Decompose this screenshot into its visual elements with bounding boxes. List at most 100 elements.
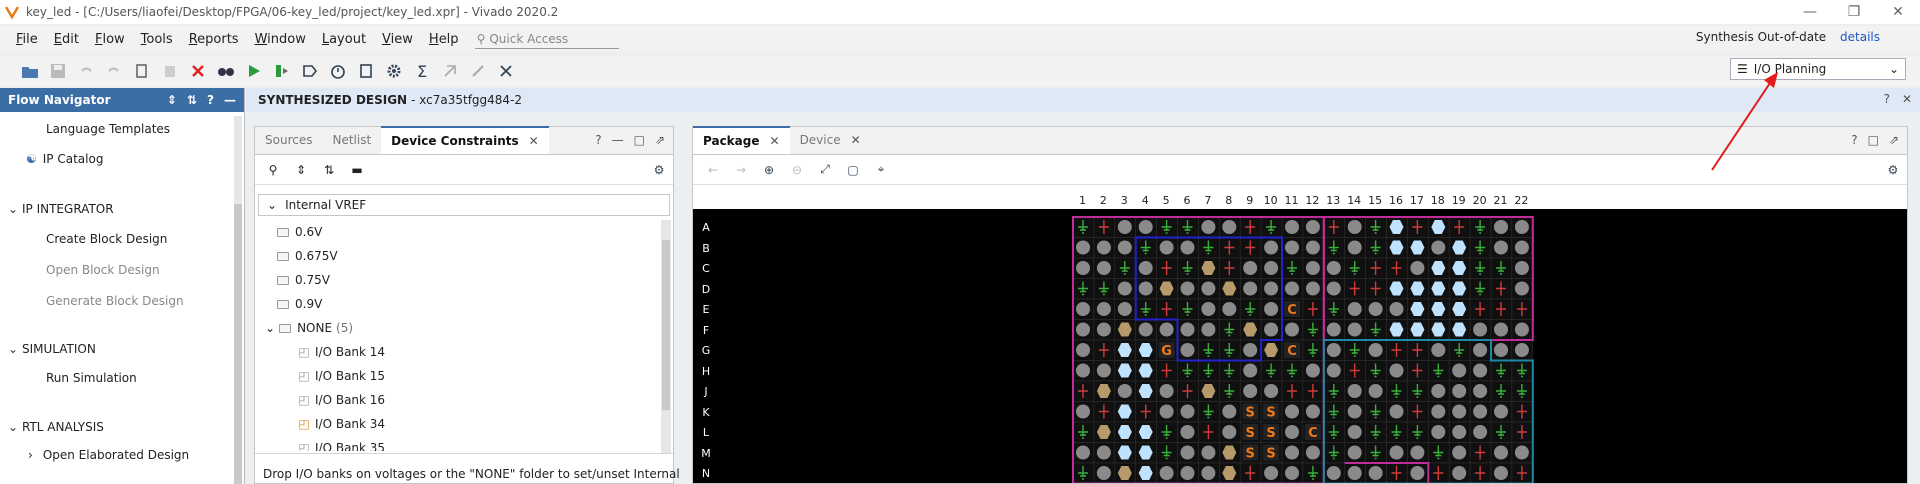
settings-gear-icon[interactable] xyxy=(380,58,408,84)
pin-io xyxy=(1305,363,1320,378)
fit-icon[interactable]: ⤢ xyxy=(811,157,839,183)
delete-icon[interactable] xyxy=(184,58,212,84)
section-ip-integrator[interactable]: ⌄ IP INTEGRATOR xyxy=(8,202,114,216)
tab-netlist[interactable]: Netlist xyxy=(322,126,381,154)
tree-item-0.675v[interactable]: 0.675V xyxy=(277,249,338,263)
zoom-area-icon[interactable]: ▢ xyxy=(839,157,867,183)
undo-icon[interactable] xyxy=(72,58,100,84)
collapse-all-icon[interactable]: ⇕ xyxy=(167,93,177,107)
menu-view[interactable]: View xyxy=(374,32,421,47)
tree-item-bank-35[interactable]: ◰ I/O Bank 35 xyxy=(297,441,385,451)
tree-scrollbar[interactable] xyxy=(661,220,671,454)
tree-item-bank-14[interactable]: ◰ I/O Bank 14 xyxy=(297,345,385,359)
nav-create-block-design[interactable]: Create Block Design xyxy=(46,232,167,246)
nav-run-simulation[interactable]: Run Simulation xyxy=(46,371,137,385)
minus-icon[interactable]: ▬ xyxy=(343,157,371,183)
restore-icon[interactable]: ❐ xyxy=(1832,0,1876,24)
package-view[interactable]: 1 2 3 4 5 6 7 8 9 10 11 12 13 14 15 16 17 18 19 20 21 22 ABCD… xyxy=(693,191,1907,483)
float-icon[interactable]: ⇗ xyxy=(1889,133,1899,147)
pin-io xyxy=(1473,363,1488,378)
open-project-icon[interactable] xyxy=(16,58,44,84)
layout-selector[interactable]: ☰ I/O Planning ⌄ xyxy=(1730,58,1906,80)
menu-edit[interactable]: Edit xyxy=(46,32,87,47)
close-tab-icon[interactable]: ✕ xyxy=(770,134,780,148)
run-icon[interactable] xyxy=(240,58,268,84)
nav-language-templates[interactable]: Language Templates xyxy=(46,122,170,136)
close-tab-icon[interactable]: ✕ xyxy=(529,134,539,148)
maximize-icon[interactable]: □ xyxy=(1868,133,1879,147)
settings-gear-icon[interactable]: ⚙ xyxy=(1879,157,1907,183)
sigma-icon[interactable]: Σ xyxy=(408,58,436,84)
crosshair-icon[interactable]: ⌖ xyxy=(867,157,895,183)
help-icon[interactable]: ? xyxy=(1884,92,1890,106)
timer-icon[interactable] xyxy=(324,58,352,84)
save-icon[interactable] xyxy=(44,58,72,84)
nav-open-block-design[interactable]: Open Block Design xyxy=(46,263,160,277)
close-icon[interactable]: ✕ xyxy=(1902,92,1912,106)
pin-io xyxy=(1368,302,1383,316)
minimize-icon[interactable]: — xyxy=(612,133,624,147)
menu-file[interactable]: File xyxy=(8,32,46,47)
tree-item-bank-16[interactable]: ◰ I/O Bank 16 xyxy=(297,393,385,407)
collapse-all-icon[interactable]: ⇕ xyxy=(287,157,315,183)
pin-io xyxy=(1347,240,1362,255)
expand-icon[interactable]: ⇅ xyxy=(187,93,197,107)
tree-item-bank-15[interactable]: ◰ I/O Bank 15 xyxy=(297,369,385,383)
close-tab-icon[interactable]: ✕ xyxy=(851,133,861,147)
paste-icon[interactable] xyxy=(156,58,184,84)
scrollbar-thumb[interactable] xyxy=(662,240,670,410)
menu-window[interactable]: Window xyxy=(247,32,314,47)
pin-io xyxy=(1138,261,1153,275)
tab-device[interactable]: Device ✕ xyxy=(790,126,871,154)
step-icon[interactable] xyxy=(296,58,324,84)
tools-icon[interactable] xyxy=(492,58,520,84)
forward-arrow-icon[interactable]: → xyxy=(727,157,755,183)
menu-flow[interactable]: Flow xyxy=(87,32,133,47)
tree-item-bank-34[interactable]: ◰ I/O Bank 34 xyxy=(297,417,385,431)
tab-package[interactable]: Package ✕ xyxy=(693,126,790,154)
report-icon[interactable] xyxy=(352,58,380,84)
copy-icon[interactable] xyxy=(128,58,156,84)
zoom-out-icon[interactable]: ⊖ xyxy=(783,157,811,183)
tab-device-constraints[interactable]: Device Constraints ✕ xyxy=(381,126,549,154)
nav-open-elaborated-design[interactable]: › Open Elaborated Design xyxy=(28,448,189,462)
maximize-icon[interactable]: □ xyxy=(634,133,645,147)
expand-all-icon[interactable]: ⇅ xyxy=(315,157,343,183)
tree-item-0.75v[interactable]: 0.75V xyxy=(277,273,330,287)
binoculars-icon[interactable] xyxy=(212,58,240,84)
tree-item-0.6v[interactable]: 0.6V xyxy=(277,225,322,239)
nav-ip-catalog[interactable]: ☯ IP Catalog xyxy=(26,152,103,166)
nav-generate-block-design[interactable]: Generate Block Design xyxy=(46,294,184,308)
flow-nav-scrollbar[interactable] xyxy=(234,116,242,484)
menu-layout[interactable]: Layout xyxy=(314,32,374,47)
back-arrow-icon[interactable]: ← xyxy=(699,157,727,183)
section-rtl-analysis[interactable]: ⌄ RTL ANALYSIS xyxy=(8,420,104,434)
section-simulation[interactable]: ⌄ SIMULATION xyxy=(8,342,96,356)
ip-icon[interactable] xyxy=(436,58,464,84)
quick-access-field[interactable]: ⚲ Quick Access xyxy=(474,29,619,49)
float-icon[interactable]: ⇗ xyxy=(655,133,665,147)
redo-icon[interactable] xyxy=(100,58,128,84)
minimize-icon[interactable]: — xyxy=(1788,0,1832,24)
menu-reports[interactable]: Reports xyxy=(181,32,247,47)
package-panel: Package ✕ Device ✕ ? □ ⇗ ← → ⊕ ⊖ ⤢ ▢ ⌖ ⚙ 123… xyxy=(692,126,1908,484)
package-pin-grid[interactable]: CG CS SS S CS S xyxy=(693,191,1907,483)
help-icon[interactable]: ? xyxy=(1851,133,1857,147)
search-icon[interactable]: ⚲ xyxy=(259,157,287,183)
tree-item-none[interactable]: ⌄ NONE (5) xyxy=(265,321,353,335)
minimize-panel-icon[interactable]: — xyxy=(224,93,236,107)
scrollbar-thumb[interactable] xyxy=(234,204,242,484)
menu-help[interactable]: Help xyxy=(421,32,467,47)
zoom-in-icon[interactable]: ⊕ xyxy=(755,157,783,183)
settings-gear-icon[interactable]: ⚙ xyxy=(645,157,673,183)
details-link[interactable]: details xyxy=(1840,30,1880,44)
tree-item-0.9v[interactable]: 0.9V xyxy=(277,297,322,311)
program-icon[interactable] xyxy=(268,58,296,84)
menu-tools[interactable]: Tools xyxy=(133,32,181,47)
disabled-tool-icon[interactable] xyxy=(464,58,492,84)
close-window-icon[interactable]: ✕ xyxy=(1876,0,1920,24)
help-icon[interactable]: ? xyxy=(595,133,601,147)
tree-header-row[interactable]: ⌄ Internal VREF xyxy=(258,194,670,216)
help-icon[interactable]: ? xyxy=(207,93,214,107)
tab-sources[interactable]: Sources xyxy=(255,126,322,154)
